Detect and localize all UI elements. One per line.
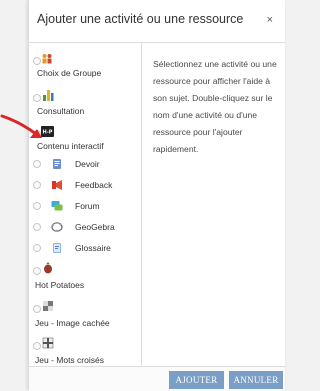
activity-item-jeu-image-cachee[interactable]: Jeu - Image cachée	[29, 296, 141, 330]
activity-label: Jeu - Image cachée	[35, 318, 110, 328]
dialog-header: Ajouter une activité ou une ressource ×	[29, 0, 285, 43]
activity-item-geogebra[interactable]: GeoGebra	[29, 216, 141, 236]
add-button[interactable]: AJOUTER	[169, 371, 224, 389]
activity-label: Feedback	[75, 180, 113, 190]
activity-item-forum[interactable]: Forum	[29, 195, 141, 215]
radio-button[interactable]	[33, 223, 41, 231]
poll-chart-icon	[42, 88, 54, 101]
radio-button[interactable]	[33, 202, 41, 210]
radio-button[interactable]	[33, 181, 41, 189]
activity-label: Forum	[75, 201, 100, 211]
activity-label: Devoir	[75, 159, 100, 169]
radio-button[interactable]	[33, 267, 41, 275]
help-text: Sélectionnez une activité ou une ressour…	[153, 59, 277, 154]
activity-item-feedback[interactable]: Feedback	[29, 174, 141, 194]
radio-button[interactable]	[33, 342, 41, 350]
radio-button[interactable]	[33, 94, 41, 102]
dialog-title: Ajouter une activité ou une ressource	[37, 12, 244, 26]
activity-item-hot-potatoes[interactable]: Hot Potatoes	[29, 258, 141, 292]
hidden-image-game-icon	[42, 299, 54, 311]
radio-button[interactable]	[33, 305, 41, 313]
activity-label: GeoGebra	[75, 222, 115, 232]
activity-label: Choix de Groupe	[37, 68, 102, 78]
feedback-icon	[51, 178, 63, 190]
crossword-icon	[42, 336, 54, 349]
group-choice-icon	[41, 52, 53, 64]
glossary-icon	[51, 241, 63, 253]
cancel-button[interactable]: ANNULER	[229, 371, 283, 389]
assignment-icon	[51, 157, 63, 169]
annotation-arrow-icon	[0, 114, 42, 138]
activity-item-choix-de-groupe[interactable]: Choix de Groupe	[29, 49, 141, 83]
close-icon[interactable]: ×	[267, 14, 273, 26]
activity-item-jeu-mots-croises[interactable]: Jeu - Mots croisés	[29, 333, 141, 367]
hot-potatoes-icon	[42, 261, 54, 274]
activity-label: Glossaire	[75, 243, 111, 253]
activity-item-glossaire[interactable]: Glossaire	[29, 237, 141, 257]
radio-button[interactable]	[33, 244, 41, 252]
forum-icon	[51, 199, 63, 211]
activity-item-devoir[interactable]: Devoir	[29, 153, 141, 173]
geogebra-icon	[51, 220, 63, 233]
radio-button[interactable]	[33, 57, 41, 65]
dialog-footer: AJOUTER ANNULER	[29, 366, 285, 391]
radio-button[interactable]	[33, 160, 41, 168]
activity-list: Choix de Groupe Consultation H-P Contenu…	[29, 43, 142, 367]
activity-label: Jeu - Mots croisés	[35, 355, 104, 365]
activity-label: Hot Potatoes	[35, 280, 85, 290]
add-activity-dialog: Ajouter une activité ou une ressource × …	[28, 0, 285, 391]
